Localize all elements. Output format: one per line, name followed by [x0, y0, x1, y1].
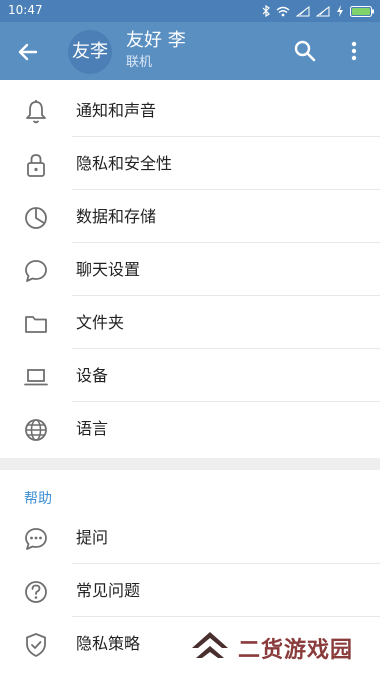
- chat-bubble-icon: [22, 257, 50, 285]
- shield-check-icon: [22, 631, 50, 659]
- help-item-label: 隐私策略: [76, 634, 141, 653]
- settings-item-data-storage[interactable]: 数据和存储: [0, 190, 380, 243]
- app-bar: 友李 友好 李 联机: [0, 22, 380, 80]
- settings-item-label: 文件夹: [76, 313, 125, 332]
- back-arrow-icon[interactable]: [14, 38, 42, 66]
- signal-icon: [296, 5, 310, 17]
- help-item-ask-question[interactable]: 提问: [0, 511, 380, 564]
- lock-icon: [22, 151, 50, 179]
- settings-list: 通知和声音 隐私和安全性 数据和存储 聊天设置 文件夹 设备 语言: [0, 84, 380, 455]
- bell-icon: [22, 98, 50, 126]
- watermark-text: 二货游戏园: [238, 638, 354, 663]
- status-icons: [262, 3, 374, 19]
- status-bar: 10:47: [0, 0, 380, 22]
- pie-chart-icon: [22, 204, 50, 232]
- help-item-faq[interactable]: 常见问题: [0, 564, 380, 617]
- settings-item-label: 语言: [76, 419, 109, 438]
- search-icon[interactable]: [292, 38, 318, 64]
- charging-icon: [336, 5, 344, 17]
- settings-item-label: 通知和声音: [76, 101, 157, 120]
- help-item-label: 提问: [76, 528, 109, 547]
- watermark-logo-icon: [188, 626, 232, 670]
- globe-icon: [22, 416, 50, 444]
- folder-icon: [22, 310, 50, 338]
- bluetooth-icon: [262, 5, 270, 17]
- settings-item-notifications[interactable]: 通知和声音: [0, 84, 380, 137]
- status-time: 10:47: [8, 3, 43, 17]
- chat-dots-icon: [22, 525, 50, 553]
- settings-item-label: 聊天设置: [76, 260, 141, 279]
- more-options-icon[interactable]: [344, 38, 364, 64]
- wifi-icon: [276, 6, 290, 17]
- section-divider: [0, 458, 380, 470]
- watermark: 二货游戏园: [188, 626, 378, 670]
- settings-item-label: 隐私和安全性: [76, 154, 173, 173]
- settings-item-label: 设备: [76, 366, 109, 385]
- settings-item-privacy[interactable]: 隐私和安全性: [0, 137, 380, 190]
- avatar[interactable]: 友李: [68, 30, 112, 74]
- signal-icon-2: [316, 5, 330, 17]
- battery-icon: [350, 5, 374, 17]
- profile-name: 友好 李: [126, 30, 186, 51]
- help-section-title: 帮助: [24, 491, 52, 507]
- settings-item-label: 数据和存储: [76, 207, 157, 226]
- question-icon: [22, 578, 50, 606]
- help-item-label: 常见问题: [76, 581, 141, 600]
- settings-item-folders[interactable]: 文件夹: [0, 296, 380, 349]
- settings-item-language[interactable]: 语言: [0, 402, 380, 455]
- laptop-icon: [22, 363, 50, 391]
- settings-item-devices[interactable]: 设备: [0, 349, 380, 402]
- settings-item-chat[interactable]: 聊天设置: [0, 243, 380, 296]
- online-status: 联机: [126, 55, 153, 70]
